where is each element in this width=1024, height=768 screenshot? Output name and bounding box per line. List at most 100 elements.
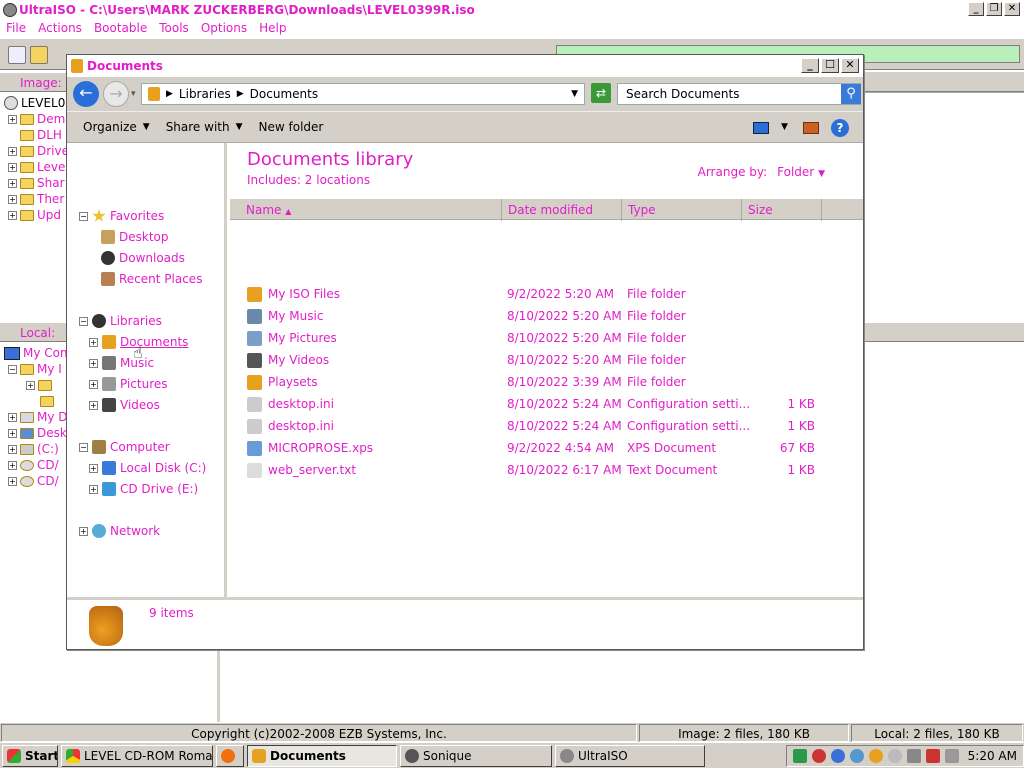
nav-music[interactable]: + Music bbox=[89, 354, 154, 372]
nav-videos[interactable]: + Videos bbox=[89, 396, 160, 414]
breadcrumb-chevron-icon[interactable]: ▶ bbox=[166, 89, 173, 99]
tree-label: Upd bbox=[37, 208, 62, 222]
nav-cd-drive[interactable]: + CD Drive (E:) bbox=[89, 480, 198, 498]
share-with-button[interactable]: Share with ▼ bbox=[160, 120, 253, 134]
task-sonique[interactable]: Sonique bbox=[400, 744, 552, 767]
nav-pictures[interactable]: + Pictures bbox=[89, 375, 168, 393]
nav-desktop[interactable]: Desktop bbox=[101, 228, 169, 246]
file-size: 1 KB bbox=[787, 463, 815, 477]
search-icon[interactable]: ⚲ bbox=[841, 84, 861, 104]
local-tree-item[interactable]: − My I bbox=[8, 361, 62, 377]
library-includes[interactable]: Includes: 2 locations bbox=[247, 173, 370, 187]
close-button[interactable]: ✕ bbox=[1004, 2, 1020, 16]
image-tree-item[interactable]: + Ther bbox=[8, 191, 64, 207]
task-documents[interactable]: Documents bbox=[247, 744, 397, 767]
file-row[interactable]: desktop.ini 8/10/2022 5:24 AM Configuratio… bbox=[247, 415, 847, 437]
file-row[interactable]: My Music 8/10/2022 5:20 AM File folder bbox=[247, 305, 847, 327]
nav-downloads[interactable]: Downloads bbox=[101, 249, 185, 267]
restore-button[interactable]: ❐ bbox=[986, 2, 1002, 16]
local-tree-item[interactable]: + My D bbox=[8, 409, 68, 425]
arrange-dropdown[interactable]: Folder ▼ bbox=[777, 165, 825, 179]
image-tree-item[interactable]: + Leve bbox=[8, 159, 65, 175]
local-tree-item[interactable]: + CD/ bbox=[8, 457, 59, 473]
menu-tools[interactable]: Tools bbox=[153, 21, 195, 35]
menu-options[interactable]: Options bbox=[195, 21, 253, 35]
tray-monitor-icon[interactable] bbox=[792, 748, 807, 763]
firefox-icon bbox=[221, 748, 235, 763]
tray-flag-icon[interactable] bbox=[925, 748, 940, 763]
local-tree-item[interactable]: + (C:) bbox=[8, 441, 59, 457]
tray-network-icon[interactable] bbox=[830, 748, 845, 763]
clock[interactable]: 5:20 AM bbox=[968, 749, 1017, 763]
file-row[interactable]: desktop.ini 8/10/2022 5:24 AM Configuratio… bbox=[247, 393, 847, 415]
menu-actions[interactable]: Actions bbox=[32, 21, 88, 35]
local-tree-item[interactable]: + Desk bbox=[8, 425, 67, 441]
menu-bootable[interactable]: Bootable bbox=[88, 21, 153, 35]
address-dropdown-icon[interactable]: ▼ bbox=[571, 89, 578, 99]
recent-pages-chevron-icon[interactable]: ▾ bbox=[131, 89, 136, 99]
column-type[interactable]: Type bbox=[622, 199, 742, 221]
image-tree-item[interactable]: + Dem bbox=[8, 111, 65, 127]
nav-network[interactable]: + Network bbox=[79, 522, 160, 540]
breadcrumb-documents[interactable]: Documents bbox=[250, 87, 318, 101]
minimize-button[interactable]: _ bbox=[801, 58, 819, 73]
new-file-icon[interactable] bbox=[8, 46, 26, 64]
open-folder-icon[interactable] bbox=[30, 46, 48, 64]
local-tree-item[interactable]: + bbox=[26, 377, 52, 393]
refresh-icon[interactable]: ⇄ bbox=[591, 83, 611, 103]
preview-pane-icon[interactable] bbox=[803, 122, 819, 134]
search-input[interactable]: Search Documents bbox=[617, 83, 861, 105]
tray-device-icon[interactable] bbox=[906, 748, 921, 763]
start-label: Start bbox=[25, 748, 58, 763]
address-box[interactable]: ▶ Libraries ▶ Documents ▼ bbox=[141, 83, 585, 105]
tray-minus-icon[interactable] bbox=[887, 748, 902, 763]
file-row[interactable]: Playsets 8/10/2022 3:39 AM File folder bbox=[247, 371, 847, 393]
task-ultraiso[interactable]: UltraISO bbox=[555, 744, 705, 767]
change-view-icon[interactable] bbox=[753, 122, 769, 134]
nav-libraries[interactable]: − Libraries bbox=[79, 312, 162, 330]
nav-recent-places[interactable]: Recent Places bbox=[101, 270, 202, 288]
column-name[interactable]: Name ▲ bbox=[230, 199, 502, 221]
command-bar: Organize ▼ Share with ▼ New folder ▼ ? bbox=[67, 111, 863, 143]
image-tree-item[interactable]: + Shar bbox=[8, 175, 65, 191]
tray-search-icon[interactable] bbox=[868, 748, 883, 763]
file-type: Text Document bbox=[627, 463, 718, 477]
view-dropdown-icon[interactable]: ▼ bbox=[781, 122, 788, 132]
file-row[interactable]: My ISO Files 9/2/2022 5:20 AM File folder bbox=[247, 283, 847, 305]
task-firefox[interactable] bbox=[216, 744, 244, 767]
file-row[interactable]: My Pictures 8/10/2022 5:20 AM File folder bbox=[247, 327, 847, 349]
breadcrumb-libraries[interactable]: Libraries bbox=[179, 87, 231, 101]
task-chrome[interactable]: LEVEL CD-ROM Roma... bbox=[61, 744, 213, 767]
column-date-modified[interactable]: Date modified bbox=[502, 199, 622, 221]
maximize-button[interactable]: ☐ bbox=[821, 58, 839, 73]
back-arrow-icon[interactable]: ← bbox=[73, 81, 99, 107]
new-folder-button[interactable]: New folder bbox=[253, 120, 334, 134]
menu-file[interactable]: File bbox=[0, 21, 32, 35]
close-button[interactable]: ✕ bbox=[841, 58, 859, 73]
forward-arrow-icon[interactable]: → bbox=[103, 81, 129, 107]
image-tree-item[interactable]: DLH bbox=[8, 127, 62, 143]
organize-button[interactable]: Organize ▼ bbox=[77, 120, 160, 134]
column-size[interactable]: Size bbox=[742, 199, 822, 221]
help-icon[interactable]: ? bbox=[831, 119, 849, 137]
file-row[interactable]: web_server.txt 8/10/2022 6:17 AM Text Docu… bbox=[247, 459, 847, 481]
nav-favorites[interactable]: − Favorites bbox=[79, 207, 164, 225]
file-date: 9/2/2022 5:20 AM bbox=[507, 287, 615, 301]
local-tree-item[interactable]: + CD/ bbox=[8, 473, 59, 489]
nav-local-disk[interactable]: + Local Disk (C:) bbox=[89, 459, 206, 477]
file-row[interactable]: My Videos 8/10/2022 5:20 AM File folder bbox=[247, 349, 847, 371]
image-tree-item[interactable]: + Upd bbox=[8, 207, 61, 223]
image-root-node[interactable]: LEVEL0 bbox=[4, 95, 65, 111]
volume-icon[interactable] bbox=[944, 748, 959, 763]
start-button[interactable]: Start bbox=[2, 744, 58, 767]
file-row[interactable]: MICROPROSE.xps 9/2/2022 4:54 AM XPS Docume… bbox=[247, 437, 847, 459]
minimize-button[interactable]: _ bbox=[968, 2, 984, 16]
tray-shield-icon[interactable] bbox=[849, 748, 864, 763]
local-tree-item[interactable] bbox=[40, 393, 54, 409]
nav-computer[interactable]: − Computer bbox=[79, 438, 170, 456]
breadcrumb-chevron-icon[interactable]: ▶ bbox=[237, 89, 244, 99]
image-tree-item[interactable]: + Drive bbox=[8, 143, 69, 159]
hand-cursor-icon: ☝ bbox=[133, 343, 143, 362]
tray-app-icon[interactable] bbox=[811, 748, 826, 763]
menu-help[interactable]: Help bbox=[253, 21, 292, 35]
